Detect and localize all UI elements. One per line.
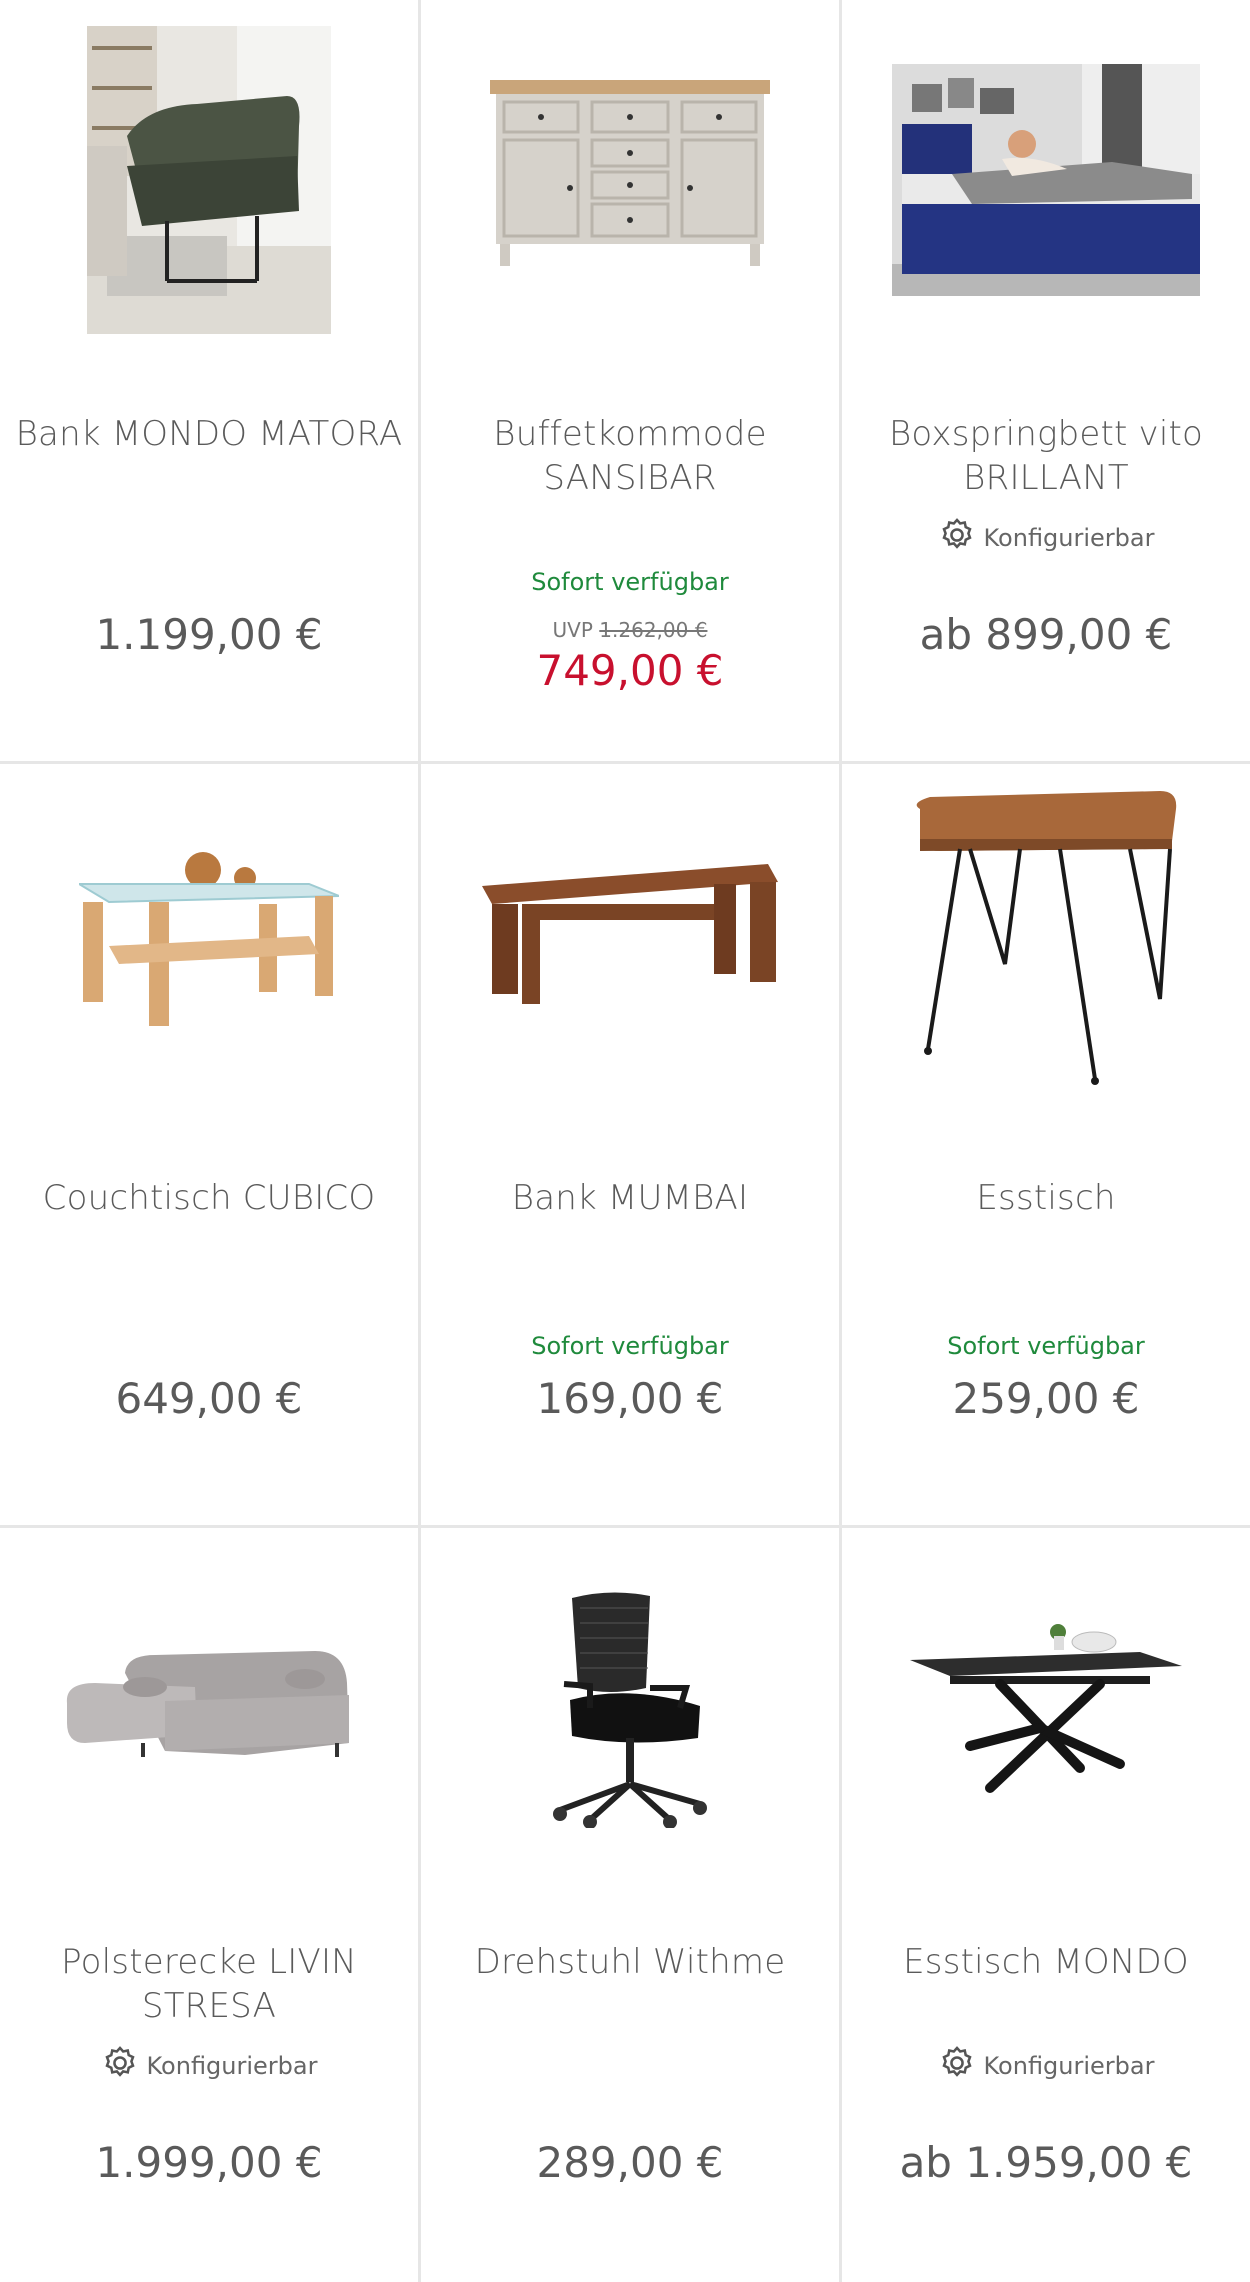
product-image[interactable]	[421, 764, 839, 1124]
uvp-price: UVP 1.262,00 €	[552, 618, 708, 642]
configurable-badge: Konfigurierbar	[842, 2044, 1250, 2088]
gear-icon	[938, 2044, 976, 2088]
availability-label: Sofort verfügbar	[531, 568, 729, 596]
availability-label: Sofort verfügbar	[947, 1332, 1145, 1360]
product-title[interactable]: Esstisch MONDO	[852, 1940, 1240, 1984]
configurable-badge: Konfigurierbar	[0, 2044, 418, 2088]
product-price: 649,00 €	[115, 1374, 303, 1423]
product-image[interactable]	[0, 1528, 418, 1888]
product-price: 169,00 €	[536, 1374, 724, 1423]
gear-icon	[938, 516, 976, 560]
product-image[interactable]	[421, 1528, 839, 1888]
product-title[interactable]: Drehstuhl Withme	[431, 1940, 829, 1984]
product-image[interactable]	[421, 0, 839, 360]
product-image[interactable]	[842, 0, 1250, 360]
product-price: 1.999,00 €	[95, 2138, 323, 2187]
product-card[interactable]: Boxspringbett vito BRILLANT Konfigurierb…	[842, 0, 1250, 761]
uvp-old-price: 1.262,00 €	[599, 618, 708, 642]
product-title[interactable]: Bank MONDO MATORA	[10, 412, 408, 456]
product-price: 1.199,00 €	[95, 610, 323, 659]
product-card[interactable]: Esstisch MONDO Konfigurierbar ab 1.959,0…	[842, 1528, 1250, 2282]
product-title[interactable]: Couchtisch CUBICO	[10, 1176, 408, 1220]
product-title[interactable]: Bank MUMBAI	[431, 1176, 829, 1220]
product-title[interactable]: Buffetkommode SANSIBAR	[431, 412, 829, 500]
product-card[interactable]: Drehstuhl Withme 289,00 €	[421, 1528, 839, 2282]
configurable-label: Konfigurierbar	[983, 2052, 1155, 2080]
product-price: 289,00 €	[536, 2138, 724, 2187]
product-title[interactable]: Boxspringbett vito BRILLANT	[852, 412, 1240, 500]
product-image[interactable]	[0, 764, 418, 1124]
configurable-badge: Konfigurierbar	[842, 516, 1250, 560]
product-image[interactable]	[842, 764, 1250, 1124]
product-image[interactable]	[0, 0, 418, 360]
configurable-label: Konfigurierbar	[983, 524, 1155, 552]
product-card[interactable]: Bank MUMBAI Sofort verfügbar 169,00 €	[421, 764, 839, 1525]
product-card[interactable]: Buffetkommode SANSIBAR Sofort verfügbar …	[421, 0, 839, 761]
product-card[interactable]: Couchtisch CUBICO 649,00 €	[0, 764, 418, 1525]
product-price: 259,00 €	[952, 1374, 1140, 1423]
product-price: ab 1.959,00 €	[899, 2138, 1193, 2187]
product-image[interactable]	[842, 1528, 1250, 1888]
product-price: ab 899,00 €	[919, 610, 1173, 659]
product-card[interactable]: Polsterecke LIVIN STRESA Konfigurierbar …	[0, 1528, 418, 2282]
product-title[interactable]: Polsterecke LIVIN STRESA	[10, 1940, 408, 2028]
product-card[interactable]: Bank MONDO MATORA 1.199,00 €	[0, 0, 418, 761]
product-card[interactable]: Esstisch Sofort verfügbar 259,00 €	[842, 764, 1250, 1525]
gear-icon	[101, 2044, 139, 2088]
product-title[interactable]: Esstisch	[852, 1176, 1240, 1220]
sale-price: 749,00 €	[536, 646, 724, 695]
configurable-label: Konfigurierbar	[146, 2052, 318, 2080]
availability-label: Sofort verfügbar	[531, 1332, 729, 1360]
product-grid: Bank MONDO MATORA 1.199,00 € Buffetkommo…	[0, 0, 1250, 2282]
